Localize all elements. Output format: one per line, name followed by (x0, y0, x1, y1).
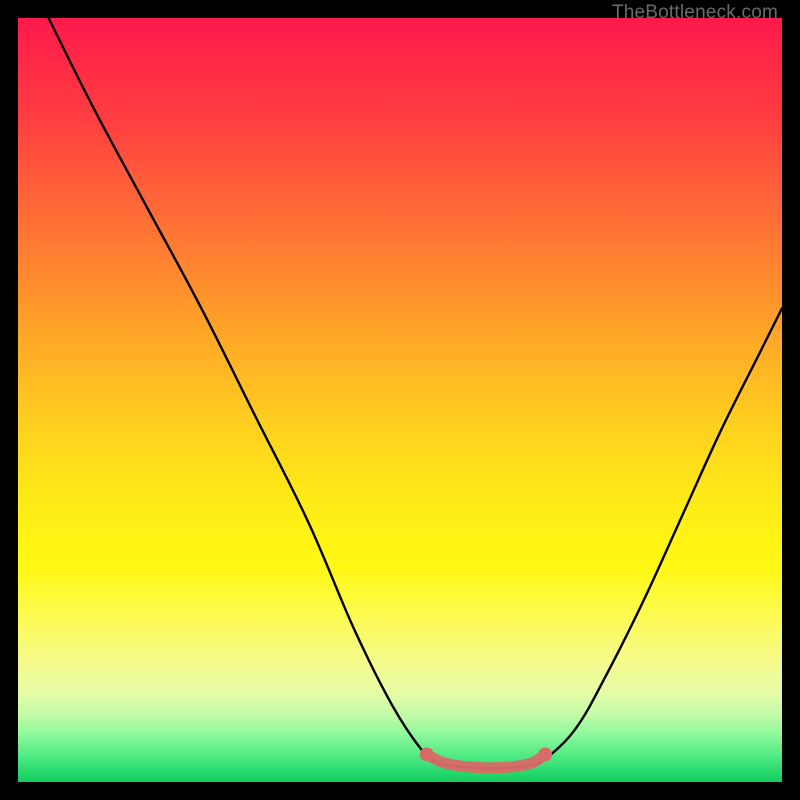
watermark-text: TheBottleneck.com (612, 2, 778, 24)
curve-layer (18, 18, 782, 782)
highlight-start-dot (420, 748, 434, 762)
highlight-markers (420, 748, 552, 768)
highlight-end-dot (538, 748, 552, 762)
plot-area (18, 18, 782, 782)
chart-stage: TheBottleneck.com (0, 0, 800, 800)
bottleneck-curve (49, 18, 782, 768)
curve-path (49, 18, 782, 768)
highlight-stroke (427, 755, 545, 768)
